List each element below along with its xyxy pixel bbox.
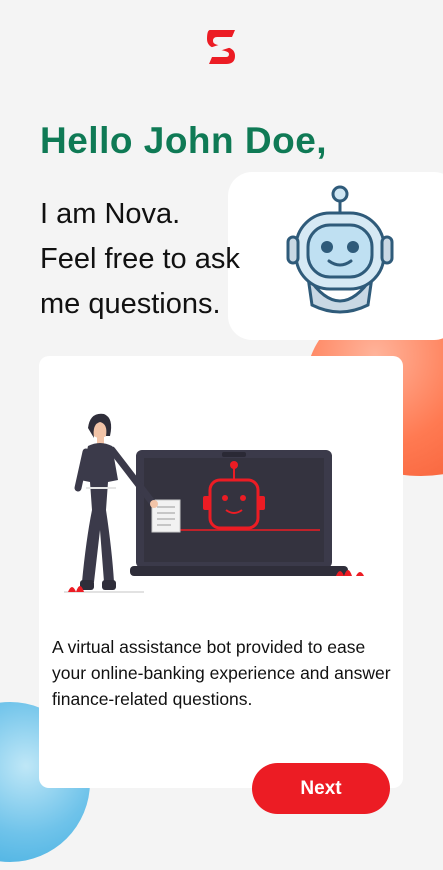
intro-line-3: me questions. [40,288,221,320]
assistant-intro: I am Nova. Feel free to ask me questions… [40,192,290,327]
next-button[interactable]: Next [252,763,390,814]
robot-icon [286,185,394,314]
onboarding-screen: Hello John Doe, I am Nova. Feel free to … [0,0,443,870]
assistant-illustration [64,413,364,593]
scotiabank-logo-icon [207,30,237,64]
intro-line-1: I am Nova. [40,198,181,230]
intro-line-2: Feel free to ask [40,243,240,275]
greeting-title: Hello John Doe, [40,120,328,161]
assistant-description: A virtual assistance bot provided to eas… [52,637,391,709]
